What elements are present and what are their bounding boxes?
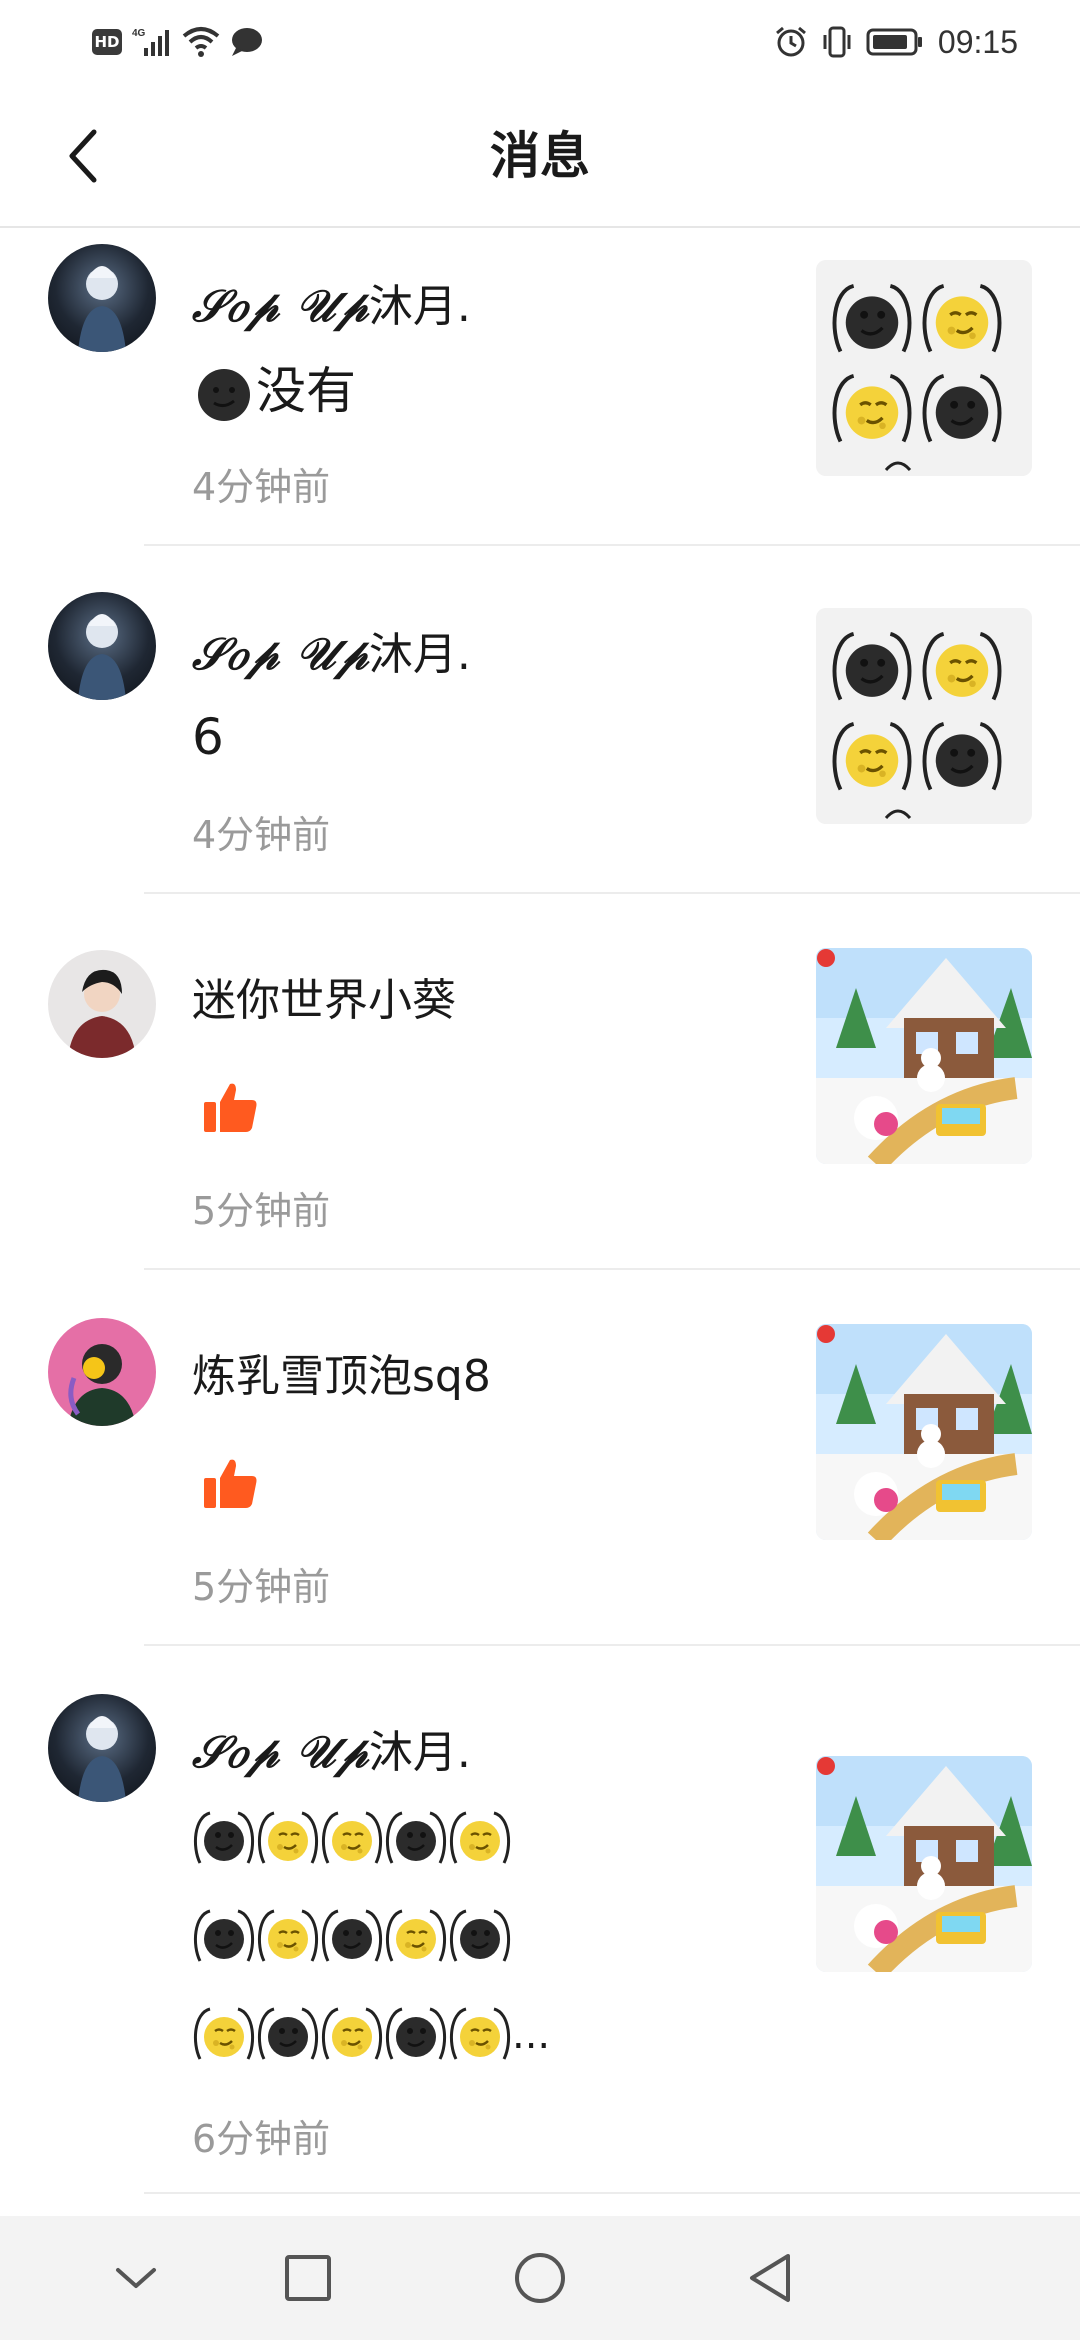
wifi-icon: [182, 27, 220, 57]
ellipsis: ...: [512, 2012, 551, 2058]
moon-emoji-icon: [320, 2003, 384, 2067]
avatar[interactable]: [48, 950, 156, 1058]
avatar[interactable]: [48, 592, 156, 700]
status-right: 09:15: [774, 22, 1018, 62]
message-body: 没有: [192, 342, 356, 440]
moon-emoji-icon: [256, 1807, 320, 1871]
dark-emoji-icon: [320, 1905, 384, 1969]
4g-signal-icon: 4G: [132, 28, 169, 56]
dark-emoji-icon: [384, 1807, 448, 1871]
avatar[interactable]: [48, 1318, 156, 1426]
dark-emoji-icon: [192, 1807, 256, 1871]
square-recents-icon: [285, 2255, 331, 2301]
list-item[interactable]: 𝒮𝑜𝓅 𝒰𝓅沐月. 没有 4分钟前: [0, 230, 1080, 546]
timestamp: 5分钟前: [192, 1189, 331, 1233]
sender-name: 𝒮𝑜𝓅 𝒰𝓅沐月.: [192, 1727, 471, 1778]
avatar[interactable]: [48, 244, 156, 352]
list-item[interactable]: 炼乳雪顶泡sq8 5分钟前: [0, 1270, 1080, 1646]
game-screenshot-thumbnail[interactable]: [816, 948, 1032, 1164]
message-list: 𝒮𝑜𝓅 𝒰𝓅沐月. 没有 4分钟前 𝒮𝑜𝓅 𝒰𝓅沐月. 6 4分钟前 迷你世界小…: [0, 230, 1080, 2194]
message-body: ...: [192, 1786, 752, 2084]
thumbs-up-icon: [200, 1078, 260, 1138]
emoji-row: [192, 1786, 752, 1884]
recents-button[interactable]: [268, 2238, 348, 2318]
thumbs-up-icon: [200, 1454, 260, 1514]
dark-emoji-icon: [256, 2003, 320, 2067]
timestamp: 5分钟前: [192, 1565, 331, 1609]
dark-emoji-icon: [384, 2003, 448, 2067]
triangle-back-icon: [750, 2254, 790, 2302]
vibrate-icon: [823, 26, 851, 58]
emoji-row: ...: [192, 1982, 752, 2084]
game-screenshot-thumbnail[interactable]: [816, 1324, 1032, 1540]
timestamp: 4分钟前: [192, 465, 331, 509]
timestamp: 4分钟前: [192, 813, 331, 857]
divider: [144, 2192, 1080, 2194]
sender-name: 𝒮𝑜𝓅 𝒰𝓅沐月.: [192, 281, 471, 332]
game-screenshot-thumbnail[interactable]: [816, 1756, 1032, 1972]
svg-text:4G: 4G: [132, 28, 146, 39]
sender-name: 𝒮𝑜𝓅 𝒰𝓅沐月.: [192, 629, 471, 680]
dark-emoji-icon: [192, 1905, 256, 1969]
list-item[interactable]: 𝒮𝑜𝓅 𝒰𝓅沐月. ... 6分钟前: [0, 1646, 1080, 2194]
back-nav-button[interactable]: [730, 2238, 810, 2318]
avatar[interactable]: [48, 1694, 156, 1802]
sender-name: 迷你世界小葵: [192, 975, 456, 1026]
moon-emoji-icon: [384, 1905, 448, 1969]
emoji-sticker-thumbnail[interactable]: [816, 260, 1032, 476]
dark-moon-emoji-icon: [198, 368, 250, 421]
hd-icon: HD: [92, 29, 122, 55]
moon-emoji-icon: [192, 2003, 256, 2067]
sender-name: 炼乳雪顶泡sq8: [192, 1351, 491, 1402]
status-bar: HD 4G 09:15: [0, 0, 1080, 84]
moon-emoji-icon: [448, 2003, 512, 2067]
clock: 09:15: [937, 23, 1018, 60]
battery-icon: [866, 28, 922, 56]
message-body: 6: [192, 708, 224, 766]
home-button[interactable]: [500, 2238, 580, 2318]
moon-emoji-icon: [320, 1807, 384, 1871]
chevron-down-icon: [116, 2268, 156, 2288]
hide-keyboard-button[interactable]: [96, 2238, 176, 2318]
moon-emoji-icon: [448, 1807, 512, 1871]
page-title: 消息: [490, 127, 590, 185]
emoji-row: [192, 1884, 752, 1982]
header: 消息: [0, 84, 1080, 228]
dark-emoji-icon: [448, 1905, 512, 1969]
timestamp: 6分钟前: [192, 2117, 331, 2161]
status-left: HD 4G: [92, 22, 264, 62]
list-item[interactable]: 𝒮𝑜𝓅 𝒰𝓅沐月. 6 4分钟前: [0, 546, 1080, 894]
emoji-sticker-thumbnail[interactable]: [816, 608, 1032, 824]
alarm-icon: [775, 26, 806, 57]
list-item[interactable]: 迷你世界小葵 5分钟前: [0, 894, 1080, 1270]
message-icon: [232, 28, 262, 56]
circle-home-icon: [515, 2253, 565, 2303]
moon-emoji-icon: [256, 1905, 320, 1969]
navigation-bar: [0, 2216, 1080, 2340]
